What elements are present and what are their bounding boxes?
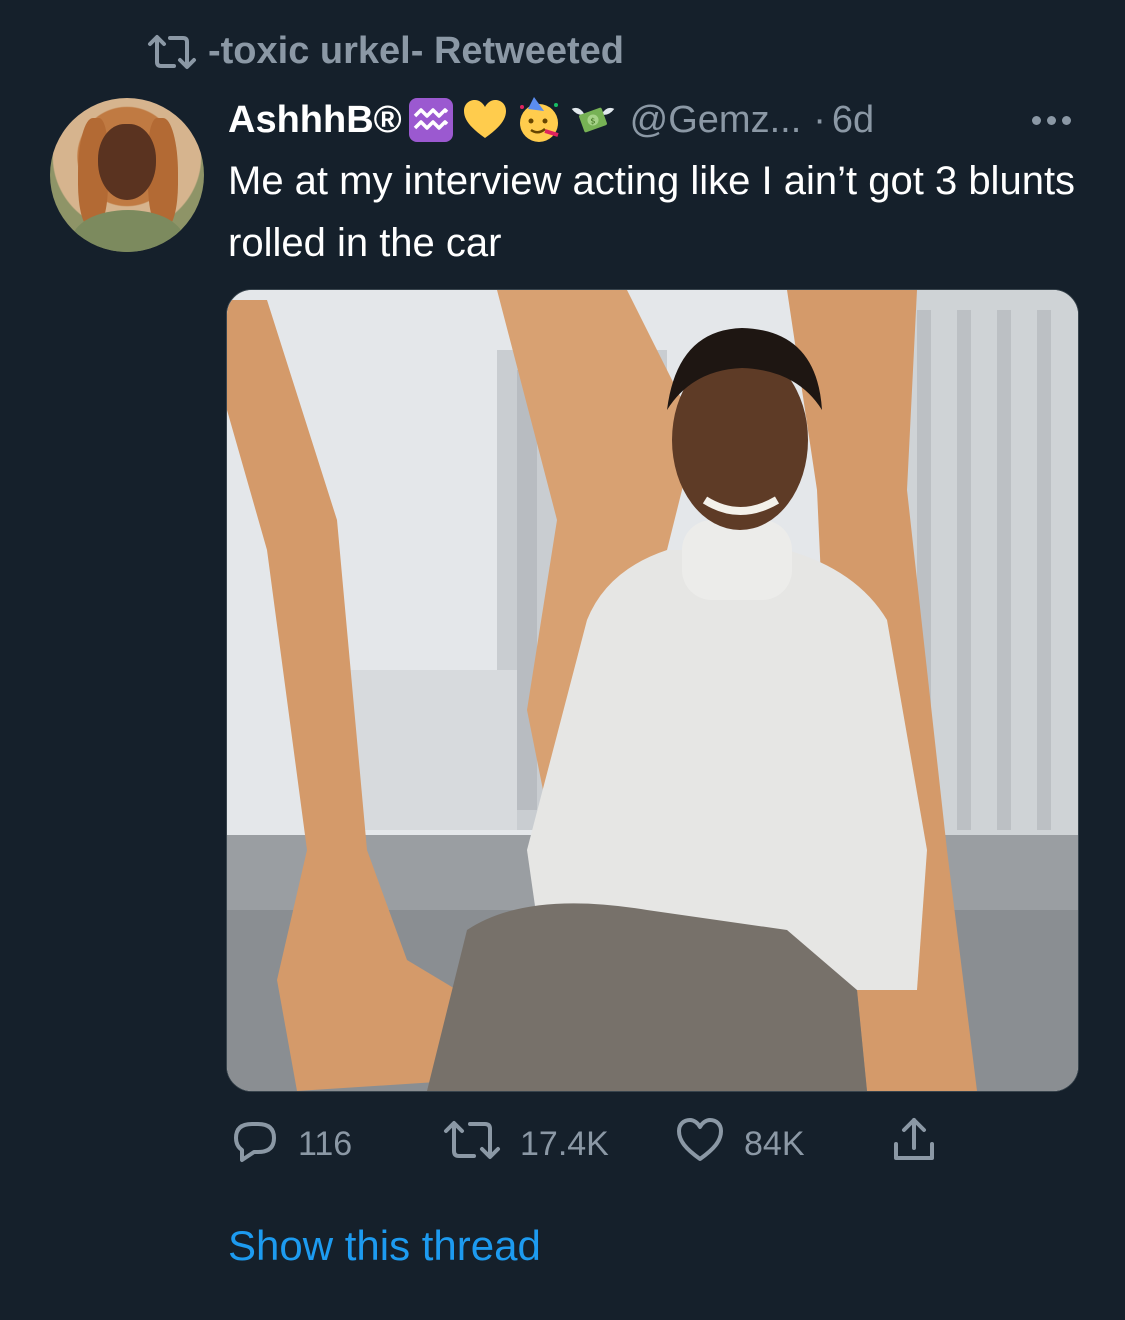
svg-text:$: $ xyxy=(590,116,595,126)
reply-button[interactable]: 116 xyxy=(228,1116,352,1172)
like-button[interactable]: 84K xyxy=(674,1116,805,1172)
reply-count: 116 xyxy=(298,1124,353,1163)
tweet-actions: 116 17.4K 84K xyxy=(228,1116,988,1172)
retweet-icon xyxy=(442,1118,502,1171)
separator-dot: · xyxy=(813,98,826,141)
tweet-header: AshhhB® $ @Gemz... · 6d xyxy=(228,94,1085,146)
money-with-wings-icon: $ xyxy=(568,95,618,145)
reply-icon xyxy=(228,1114,280,1175)
photo-illustration xyxy=(227,290,1078,1091)
tweet-media-image[interactable] xyxy=(226,289,1079,1092)
retweet-label: -toxic urkel- Retweeted xyxy=(208,30,624,72)
heart-icon xyxy=(674,1115,726,1174)
retweet-icon xyxy=(146,32,198,72)
avatar[interactable] xyxy=(50,98,204,252)
aquarius-icon xyxy=(406,95,456,145)
show-thread-link[interactable]: Show this thread xyxy=(228,1222,541,1270)
display-name[interactable]: AshhhB® xyxy=(228,99,402,142)
yellow-heart-icon xyxy=(460,95,510,145)
retweet-button[interactable]: 17.4K xyxy=(442,1116,609,1172)
retweet-context[interactable]: -toxic urkel- Retweeted xyxy=(146,30,624,73)
timestamp[interactable]: 6d xyxy=(832,99,874,142)
party-face-icon xyxy=(514,95,564,145)
share-icon xyxy=(888,1114,940,1175)
more-icon[interactable] xyxy=(1032,115,1085,125)
retweet-count: 17.4K xyxy=(520,1124,609,1163)
share-button[interactable] xyxy=(888,1116,940,1172)
like-count: 84K xyxy=(744,1124,805,1163)
handle[interactable]: @Gemz... xyxy=(630,99,802,142)
tweet-text: Me at my interview acting like I ain’t g… xyxy=(228,159,1076,265)
